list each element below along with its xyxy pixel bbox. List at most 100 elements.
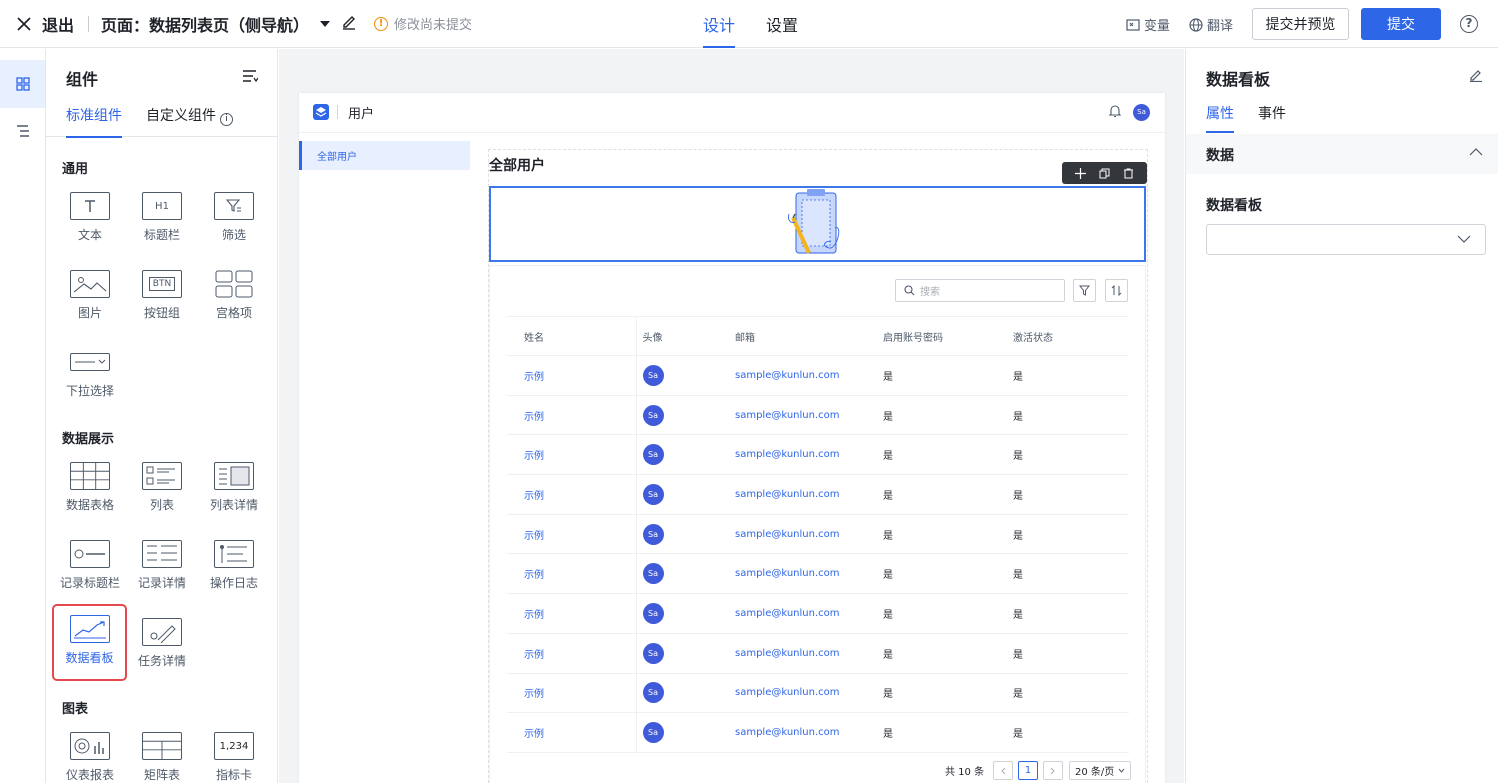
edit-icon[interactable] — [341, 14, 357, 30]
cell-avatar: Sa — [635, 355, 718, 396]
component-list[interactable]: 列表 — [126, 462, 198, 532]
table-row[interactable]: 示例 Sa sample@kunlun.com 是是 — [507, 474, 1129, 515]
component-data-table[interactable]: 数据表格 — [54, 462, 126, 532]
table-row[interactable]: 示例 Sa sample@kunlun.com 是是 — [507, 633, 1129, 674]
tab-settings[interactable]: 设置 — [766, 12, 798, 48]
cell-email[interactable]: sample@kunlun.com — [718, 355, 866, 396]
component-record-detail[interactable]: 记录详情 — [126, 540, 198, 610]
table-row[interactable]: 示例 Sa sample@kunlun.com 是是 — [507, 514, 1129, 555]
tab-events[interactable]: 事件 — [1258, 103, 1286, 133]
component-matrix-table[interactable]: 矩阵表 — [126, 732, 198, 783]
tab-properties[interactable]: 属性 — [1206, 103, 1234, 133]
components-rail-button[interactable] — [0, 60, 45, 108]
component-text[interactable]: 文本 — [54, 192, 126, 262]
tab-design[interactable]: 设计 — [703, 12, 736, 48]
cell-name[interactable]: 示例 — [507, 633, 636, 674]
cell-name[interactable]: 示例 — [507, 355, 636, 396]
cell-name[interactable]: 示例 — [507, 673, 636, 714]
avatar[interactable]: Sa — [1133, 104, 1150, 121]
component-dropdown[interactable]: 下拉选择 — [54, 348, 126, 418]
component-task-detail[interactable]: 任务详情 — [126, 618, 198, 688]
cell-name[interactable]: 示例 — [507, 593, 636, 634]
operation-log-icon — [214, 540, 254, 568]
delete-icon[interactable] — [1123, 168, 1134, 179]
cell-name[interactable]: 示例 — [507, 712, 636, 753]
column-header-activation[interactable]: 激活状态 — [996, 316, 1129, 356]
component-title-bar[interactable]: H1 标题栏 — [126, 192, 198, 262]
table-row[interactable]: 示例 Sa sample@kunlun.com 是是 — [507, 434, 1129, 476]
cell-activation: 是 — [996, 673, 1129, 714]
table-row[interactable]: 示例 Sa sample@kunlun.com 是是 — [507, 553, 1129, 595]
cell-email[interactable]: sample@kunlun.com — [718, 673, 866, 714]
copy-icon[interactable] — [1099, 168, 1110, 179]
cell-name[interactable]: 示例 — [507, 553, 636, 595]
component-image[interactable]: 图片 — [54, 270, 126, 340]
cell-name[interactable]: 示例 — [507, 514, 636, 555]
component-operation-log[interactable]: 操作日志 — [198, 540, 270, 610]
bell-icon[interactable] — [1108, 104, 1122, 118]
next-page-button[interactable] — [1043, 761, 1064, 780]
table-row[interactable]: 示例 Sa sample@kunlun.com 是是 — [507, 395, 1129, 436]
exit-button[interactable]: 退出 — [16, 12, 74, 36]
component-grid-item[interactable]: 宫格项 — [198, 270, 270, 340]
panel-title: 数据看板 — [1206, 70, 1271, 89]
component-list-detail[interactable]: 列表详情 — [198, 462, 270, 532]
column-header-password-enabled[interactable]: 启用账号密码 — [866, 316, 996, 356]
cell-name[interactable]: 示例 — [507, 434, 636, 476]
translate-button[interactable]: 翻译 — [1189, 15, 1233, 34]
submit-preview-button[interactable]: 提交并预览 — [1252, 8, 1349, 40]
column-header-name[interactable]: 姓名 — [507, 316, 636, 356]
dashboard-placeholder[interactable] — [489, 186, 1146, 262]
help-icon[interactable]: ? — [1460, 15, 1478, 33]
list-filter-icon[interactable] — [242, 69, 258, 83]
cell-email[interactable]: sample@kunlun.com — [718, 712, 866, 753]
cell-email[interactable]: sample@kunlun.com — [718, 474, 866, 515]
table-icon — [70, 462, 110, 490]
table-row[interactable]: 示例 Sa sample@kunlun.com 是是 — [507, 355, 1129, 396]
prev-page-button[interactable] — [993, 761, 1014, 780]
tab-standard-components[interactable]: 标准组件 — [66, 105, 122, 138]
variables-button[interactable]: 变量 — [1126, 15, 1170, 34]
sort-button[interactable] — [1105, 279, 1128, 302]
nav-item-label: 全部用户 — [317, 152, 357, 163]
edit-icon[interactable] — [1469, 68, 1483, 82]
dashboard-select[interactable] — [1206, 224, 1486, 255]
cell-name[interactable]: 示例 — [507, 474, 636, 515]
outline-rail-button[interactable] — [0, 107, 45, 155]
table-row[interactable]: 示例 Sa sample@kunlun.com 是是 — [507, 712, 1129, 753]
cell-activation: 是 — [996, 712, 1129, 753]
cell-password-enabled: 是 — [866, 553, 996, 595]
page-selector[interactable]: 页面：数据列表页（侧导航） — [101, 12, 331, 36]
cell-name[interactable]: 示例 — [507, 395, 636, 436]
filter-button[interactable] — [1073, 279, 1096, 302]
cell-email[interactable]: sample@kunlun.com — [718, 514, 866, 555]
component-dashboard[interactable]: 数据看板 — [52, 604, 127, 681]
move-icon[interactable] — [1074, 167, 1086, 179]
cell-email[interactable]: sample@kunlun.com — [718, 593, 866, 634]
tab-custom-components[interactable]: 自定义组件 i — [146, 105, 233, 137]
cell-email[interactable]: sample@kunlun.com — [718, 434, 866, 476]
table-row[interactable]: 示例 Sa sample@kunlun.com 是是 — [507, 673, 1129, 714]
nav-item-all-users[interactable]: 全部用户 — [299, 141, 470, 170]
table-row[interactable]: 示例 Sa sample@kunlun.com 是是 — [507, 593, 1129, 634]
filter-icon — [1079, 285, 1090, 296]
submit-button[interactable]: 提交 — [1361, 8, 1441, 40]
component-label: 仪表报表 — [65, 768, 114, 782]
column-header-email[interactable]: 邮箱 — [718, 316, 866, 356]
component-button-group[interactable]: BTN 按钮组 — [126, 270, 198, 340]
section-header-data[interactable]: 数据 — [1186, 134, 1498, 174]
cell-email[interactable]: sample@kunlun.com — [718, 633, 866, 674]
cell-email[interactable]: sample@kunlun.com — [718, 395, 866, 436]
info-icon: i — [220, 113, 233, 126]
page-size-select[interactable]: 20 条/页 — [1069, 761, 1132, 780]
search-input[interactable]: 搜索 — [895, 279, 1065, 302]
column-header-avatar[interactable]: 头像 — [635, 316, 718, 356]
page-number-button[interactable]: 1 — [1018, 761, 1039, 780]
component-record-title-bar[interactable]: 记录标题栏 — [54, 540, 126, 610]
component-dashboard-report[interactable]: 仪表报表 — [54, 732, 126, 783]
cell-email[interactable]: sample@kunlun.com — [718, 553, 866, 595]
component-filter[interactable]: 筛选 — [198, 192, 270, 262]
text-icon — [70, 192, 110, 220]
component-label: 标题栏 — [143, 228, 180, 242]
component-kpi-card[interactable]: 1,234 指标卡 — [198, 732, 270, 783]
